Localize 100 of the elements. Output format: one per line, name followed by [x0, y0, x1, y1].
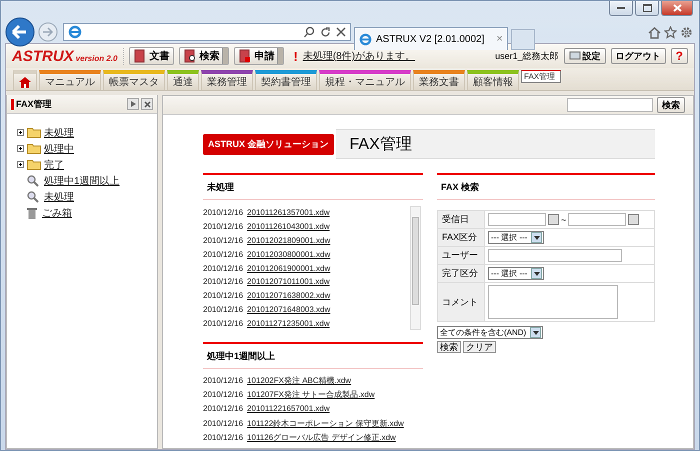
date-text: 2010/12/16 — [203, 264, 244, 273]
search-button[interactable]: 検索 — [657, 97, 685, 113]
nav-tab[interactable]: 契約書管理 — [255, 70, 317, 90]
browser-tab[interactable]: ASTRUX V2 [2.01.0002] × — [354, 27, 508, 50]
tree-item[interactable]: 未処理 — [44, 126, 74, 140]
file-link[interactable]: 201012021809001.xdw — [247, 236, 330, 245]
nav-tab[interactable]: 帳票マスタ — [103, 70, 165, 90]
document-icon — [184, 49, 196, 63]
file-link[interactable]: 101207FX発注 サトー合成製品.xdw — [247, 389, 375, 400]
section-header: FAX 検索 — [437, 173, 655, 200]
close-icon — [672, 4, 682, 12]
collapse-button[interactable] — [127, 98, 139, 110]
toolbar-button[interactable]: 検索 — [179, 47, 230, 65]
tab-title: ASTRUX V2 [2.01.0002] — [376, 34, 484, 44]
expand-toggle[interactable] — [17, 129, 24, 136]
file-link[interactable]: 201011261043001.xdw — [247, 222, 330, 232]
address-bar[interactable] — [63, 23, 351, 41]
date-field[interactable] — [568, 213, 626, 226]
select-field[interactable]: --- 選択 --- — [488, 231, 544, 244]
star-icon[interactable] — [664, 26, 677, 38]
house-icon — [19, 76, 31, 88]
monitor-icon — [568, 51, 581, 61]
range-separator: ~ — [561, 214, 566, 224]
field-label: 受信日 — [438, 210, 484, 228]
input-field[interactable] — [488, 249, 622, 262]
settings-button[interactable]: 設定 — [564, 48, 606, 64]
calendar-icon[interactable] — [548, 214, 559, 225]
close-button[interactable] — [661, 1, 693, 16]
file-link[interactable]: 201012071011001.xdw — [247, 277, 330, 286]
file-link[interactable]: 201012071638002.xdw — [247, 291, 330, 300]
file-link[interactable]: 201012030800001.xdw — [247, 250, 330, 259]
back-button[interactable] — [5, 17, 35, 47]
minimize-button[interactable] — [609, 1, 633, 16]
settings-icon[interactable] — [680, 26, 693, 38]
search-icon[interactable] — [303, 26, 315, 38]
home-icon[interactable] — [648, 26, 661, 38]
nav-tab[interactable]: FAX管理 — [521, 70, 562, 83]
file-link[interactable]: 201012061900001.xdw — [247, 264, 330, 273]
nav-tab[interactable]: 業務文書 — [413, 70, 465, 90]
notice-link[interactable]: 未処理(8件)があります。 — [302, 49, 416, 63]
tree-item[interactable]: 処理中1週間以上 — [44, 174, 120, 188]
page-title: FAX管理 — [336, 129, 655, 159]
nav-tab[interactable]: 通達 — [167, 70, 199, 90]
tree-item[interactable]: 完了 — [44, 158, 64, 172]
date-text: 2010/12/16 — [203, 304, 244, 314]
caret-icon — [534, 236, 540, 240]
expand-toggle[interactable] — [17, 161, 24, 168]
caret-icon — [532, 330, 539, 334]
form-button[interactable]: クリア — [463, 341, 496, 353]
date-text: 2010/12/16 — [203, 418, 244, 428]
magnifier-icon — [27, 174, 39, 186]
file-link[interactable]: 101202FX発注 ABC精機.xdw — [247, 374, 352, 386]
nav-tab[interactable]: 規程・マニュアル — [319, 70, 411, 90]
date-text: 2010/12/16 — [203, 404, 244, 414]
file-link[interactable]: 101126グローバル広告 デザイン修正.xdw — [247, 432, 396, 444]
search-field[interactable] — [567, 98, 653, 112]
stop-icon[interactable] — [336, 27, 346, 37]
date-text: 2010/12/16 — [203, 390, 244, 400]
scrollbar[interactable] — [410, 206, 421, 330]
help-button[interactable]: ? — [670, 48, 688, 64]
panel-title: FAX管理 — [16, 98, 52, 110]
file-link[interactable]: 101122鈴木コーポレーション 保守更新.xdw — [247, 418, 404, 429]
maximize-button[interactable] — [635, 1, 659, 16]
select-field[interactable]: --- 選択 --- — [488, 267, 544, 280]
nav-tab[interactable]: マニュアル — [39, 70, 101, 90]
toolbar-button[interactable]: 申請 — [234, 47, 284, 65]
close-button[interactable] — [141, 98, 153, 110]
brand-badge: ASTRUX 金融ソリューション — [203, 134, 334, 154]
file-link[interactable]: 201011271235001.xdw — [247, 318, 330, 328]
condition-select[interactable]: 全ての条件を含む(AND) — [437, 326, 544, 339]
tree-item[interactable]: 処理中 — [44, 142, 74, 156]
play-icon — [130, 101, 136, 107]
date-text: 2010/12/16 — [203, 222, 244, 232]
form-button[interactable]: 検索 — [437, 341, 461, 353]
field-label: ユーザー — [438, 246, 484, 264]
section-header: 処理中1週間以上 — [203, 342, 423, 369]
expand-toggle[interactable] — [17, 145, 24, 152]
tree-item[interactable]: ごみ箱 — [42, 206, 72, 220]
nav-tab[interactable]: 業務管理 — [201, 70, 253, 90]
field-label: 完了区分 — [438, 264, 484, 282]
folder-icon — [27, 159, 41, 170]
refresh-icon[interactable] — [320, 26, 331, 38]
trash-icon — [27, 206, 37, 218]
date-text: 2010/12/16 — [203, 277, 244, 286]
tree-item[interactable]: 未処理 — [44, 190, 74, 204]
file-link[interactable]: 201011221657001.xdw — [247, 404, 330, 414]
date-field[interactable] — [488, 213, 546, 226]
browser-logo-icon — [359, 32, 372, 46]
calendar-icon[interactable] — [628, 214, 640, 225]
toolbar-button[interactable]: 文書 — [129, 47, 174, 65]
folder-icon — [27, 127, 41, 138]
folder-icon — [27, 143, 41, 154]
close-icon — [144, 100, 150, 108]
logout-button[interactable]: ログアウト — [610, 48, 666, 64]
nav-tab[interactable]: 顧客情報 — [467, 70, 519, 90]
app-logo: ASTRUXversion 2.0 — [12, 48, 124, 64]
date-text: 2010/12/16 — [203, 291, 244, 300]
home-tab[interactable] — [13, 70, 37, 90]
file-link[interactable]: 201011261357001.xdw — [247, 208, 330, 218]
file-link[interactable]: 201012071648003.xdw — [247, 304, 330, 314]
